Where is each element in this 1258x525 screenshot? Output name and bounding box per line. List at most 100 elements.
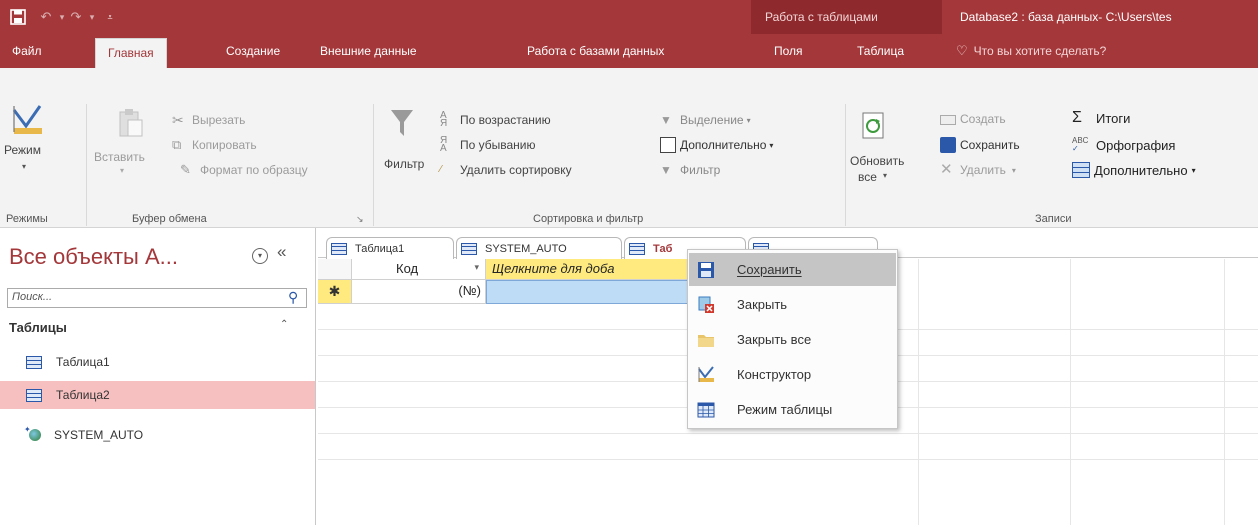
tab-home[interactable]: Главная	[95, 38, 167, 68]
menu-item-close[interactable]: Закрыть	[689, 288, 896, 321]
save-icon	[697, 261, 715, 279]
view-button[interactable]: Режим	[4, 143, 41, 157]
toggle-filter-label: Фильтр	[680, 163, 721, 177]
view-dropdown-icon[interactable]: ▾	[22, 162, 26, 171]
nav-menu-dropdown-icon[interactable]: ▾	[252, 248, 268, 264]
menu-item-close-all[interactable]: Закрыть все	[689, 323, 896, 356]
more-records-label: Дополнительно	[1094, 162, 1188, 178]
remove-sort-icon: ⁄	[440, 164, 442, 175]
customize-qat-icon[interactable]: ⩡	[100, 7, 120, 27]
doc-tab-system-auto[interactable]: SYSTEM_AUTO	[456, 237, 622, 259]
tell-me-box[interactable]: ♡ Что вы хотите сделать?	[956, 34, 1106, 68]
cut-button[interactable]: ✂ Вырезать	[172, 112, 245, 128]
cell-active[interactable]	[486, 280, 690, 304]
tab-file[interactable]: Файл	[12, 34, 42, 68]
sort-descending-button[interactable]: Я A По убыванию	[440, 136, 536, 154]
sort-descending-label: По убыванию	[460, 138, 536, 152]
nav-item-system-auto[interactable]: ✦ SYSTEM_AUTO	[0, 421, 315, 449]
remove-sort-button[interactable]: ⁄ Удалить сортировку	[440, 162, 572, 178]
collapse-section-icon[interactable]: ⌃	[280, 319, 288, 330]
selection-dropdown-icon: ▾	[746, 115, 751, 125]
format-painter-button[interactable]: ✎ Формат по образцу	[180, 162, 308, 178]
separator	[373, 104, 374, 226]
nav-pane-title[interactable]: Все объекты A...	[9, 244, 178, 270]
close-doc-icon	[697, 296, 715, 314]
advanced-filter-button[interactable]: Дополнительно ▾	[660, 137, 773, 153]
spelling-label: Орфография	[1096, 137, 1176, 153]
toggle-filter-icon: ▼	[660, 163, 672, 177]
menu-item-label: Режим таблицы	[737, 402, 833, 417]
dialog-launcher-icon[interactable]: ↘	[356, 214, 364, 225]
sort-filter-group-label: Сортировка и фильтр	[533, 213, 644, 225]
copy-button[interactable]: ⧉ Копировать	[172, 137, 257, 153]
nav-item-table2[interactable]: Таблица2	[0, 381, 315, 409]
tab-create[interactable]: Создание	[226, 34, 280, 68]
menu-item-label: Закрыть	[737, 297, 788, 312]
toggle-filter-button[interactable]: ▼ Фильтр	[660, 162, 720, 178]
delete-record-label: Удалить	[960, 163, 1006, 177]
menu-item-label: Сохранить	[737, 262, 802, 277]
separator	[845, 104, 846, 226]
menu-item-label: Закрыть все	[737, 332, 812, 347]
filter-icon	[390, 108, 414, 141]
grid-line	[318, 459, 1258, 460]
redo-dropdown-icon[interactable]: ▾	[82, 7, 102, 27]
views-group-label: Режимы	[6, 213, 48, 225]
collapse-pane-icon[interactable]: «	[277, 242, 286, 262]
delete-icon: ✕	[940, 161, 953, 178]
menu-item-save[interactable]: Сохранить	[689, 253, 896, 286]
tab-fields[interactable]: Поля	[774, 34, 803, 68]
column-header-label: Щелкните для доба	[492, 261, 615, 276]
search-icon[interactable]: ⚲	[288, 289, 298, 306]
select-all-corner[interactable]	[318, 259, 352, 280]
grid-line	[1224, 259, 1225, 525]
new-record-button[interactable]: Создать	[940, 112, 1006, 126]
paste-button[interactable]: Вставить	[94, 150, 145, 164]
doc-tab-label: Таб	[653, 242, 673, 255]
more-records-button[interactable]: Дополнительно ▾	[1072, 162, 1196, 178]
selection-button[interactable]: ▼ Выделение ▾	[660, 112, 751, 128]
filter-button[interactable]: Фильтр	[384, 157, 424, 171]
column-header-add-field[interactable]: Щелкните для доба	[486, 259, 690, 280]
totals-label: Итоги	[1096, 110, 1131, 126]
clipboard-group-label: Буфер обмена	[132, 213, 207, 225]
copy-label: Копировать	[192, 138, 257, 152]
table-icon	[461, 242, 477, 255]
save-record-button[interactable]: Сохранить	[940, 137, 1020, 153]
totals-button[interactable]: Σ Итоги	[1072, 110, 1130, 126]
nav-item-table1[interactable]: Таблица1	[0, 348, 315, 376]
refresh-dropdown-icon[interactable]: ▾	[883, 171, 887, 180]
paste-icon	[118, 108, 144, 141]
paste-dropdown-icon[interactable]: ▾	[120, 166, 124, 175]
menu-item-label: Конструктор	[737, 367, 812, 382]
sort-ascending-label: По возрастанию	[460, 113, 551, 127]
more-grid-icon	[1072, 162, 1090, 178]
column-sort-dropdown-icon[interactable]: ▾	[474, 262, 479, 273]
new-record-asterisk[interactable]: ✱	[318, 280, 352, 304]
nav-item-label: Таблица1	[56, 355, 110, 369]
cell-id-new[interactable]: (№)	[352, 280, 486, 304]
refresh-all-button[interactable]: Обновить	[850, 154, 904, 168]
nav-section-tables[interactable]: Таблицы	[9, 320, 67, 335]
format-painter-label: Формат по образцу	[200, 163, 308, 177]
menu-item-design-view[interactable]: Конструктор	[689, 358, 896, 391]
spelling-button[interactable]: ABC ✓ Орфография	[1072, 137, 1175, 153]
tab-database-tools[interactable]: Работа с базами данных	[527, 34, 664, 68]
column-header-id[interactable]: Код ▾	[352, 259, 486, 280]
sort-ascending-icon: AЯ	[440, 110, 448, 129]
nav-item-label: Таблица2	[56, 388, 110, 402]
table-icon	[26, 355, 42, 369]
nav-search-input[interactable]: Поиск...	[7, 288, 307, 308]
menu-item-datasheet-view[interactable]: Режим таблицы	[689, 393, 896, 426]
context-menu: Сохранить Закрыть Закрыть все Конструкто…	[687, 249, 898, 429]
scissors-icon: ✂	[172, 112, 184, 128]
delete-record-button[interactable]: ✕ Удалить ▾	[940, 162, 1016, 178]
advanced-dropdown-icon: ▾	[769, 140, 774, 150]
doc-tab-table1[interactable]: Таблица1	[326, 237, 454, 259]
tab-table[interactable]: Таблица	[857, 34, 904, 68]
sort-ascending-button[interactable]: A Я По возрастанию	[440, 110, 551, 129]
selection-filter-icon: ▼	[660, 113, 672, 127]
cell-value: (№)	[458, 283, 481, 298]
tab-external-data[interactable]: Внешние данные	[320, 34, 417, 68]
save-icon[interactable]	[8, 7, 28, 27]
